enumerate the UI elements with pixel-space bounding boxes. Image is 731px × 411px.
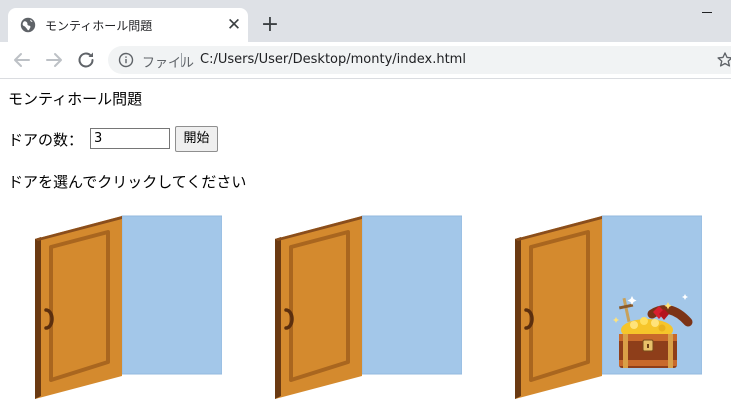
start-button[interactable]: 開始 — [175, 126, 218, 152]
open-door-illustration — [35, 215, 222, 399]
address-bar[interactable]: ファイル C:/Users/User/Desktop/monty/index.h… — [108, 46, 731, 74]
tab-close-icon[interactable]: ✕ — [224, 15, 244, 35]
door-1[interactable] — [32, 214, 222, 402]
instruction-text: ドアを選んでクリックしてください — [8, 173, 247, 191]
new-tab-button[interactable]: + — [259, 14, 281, 36]
door-count-label: ドアの数： — [8, 131, 84, 149]
active-tab[interactable]: モンティホール問題 ✕ — [8, 8, 248, 42]
door-2[interactable] — [272, 214, 462, 402]
page-content: モンティホール問題 ドアの数： 開始 ドアを選んでクリックしてください — [0, 79, 731, 411]
address-separator — [181, 53, 182, 67]
star-icon[interactable] — [716, 51, 731, 69]
info-icon[interactable] — [118, 52, 134, 68]
door-3[interactable] — [512, 214, 702, 402]
reload-icon[interactable] — [74, 48, 98, 72]
browser-toolbar: ファイル C:/Users/User/Desktop/monty/index.h… — [0, 42, 731, 79]
scheme-label: ファイル — [142, 56, 195, 71]
tab-title: モンティホール問題 — [45, 19, 153, 33]
arrow-right-icon[interactable] — [42, 48, 66, 72]
url-text[interactable]: C:/Users/User/Desktop/monty/index.html — [200, 52, 466, 67]
page-heading: モンティホール問題 — [8, 90, 143, 108]
door-count-input[interactable] — [90, 128, 170, 149]
tab-strip: モンティホール問題 ✕ + — [0, 0, 731, 42]
open-door-illustration — [515, 215, 702, 399]
minimize-window-button[interactable] — [700, 5, 716, 17]
open-door-illustration — [275, 215, 462, 399]
globe-icon — [20, 17, 36, 33]
arrow-left-icon[interactable] — [10, 48, 34, 72]
